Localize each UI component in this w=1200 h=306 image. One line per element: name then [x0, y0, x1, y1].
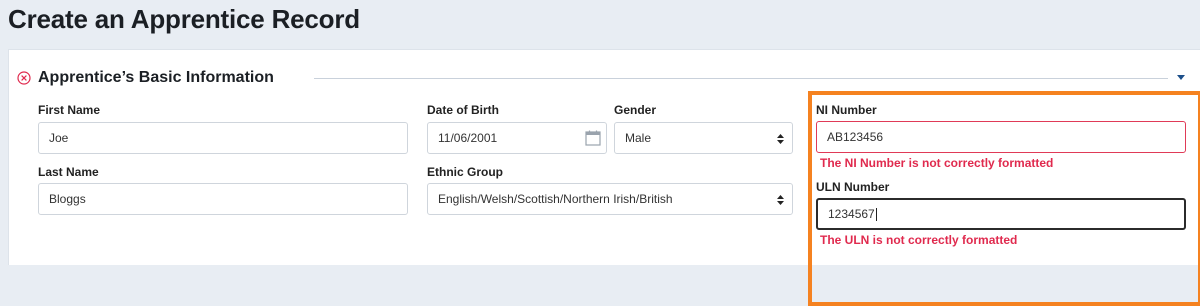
- basic-info-card: Apprentice’s Basic Information First Nam…: [8, 49, 1200, 306]
- first-name-input[interactable]: Joe: [38, 122, 408, 154]
- first-name-label: First Name: [38, 103, 101, 117]
- last-name-value: Bloggs: [49, 192, 86, 206]
- section-title: Apprentice’s Basic Information: [38, 69, 274, 86]
- gender-label: Gender: [614, 103, 657, 117]
- ni-number-value: AB123456: [827, 130, 884, 144]
- ni-number-input[interactable]: AB123456: [816, 121, 1186, 153]
- gender-select[interactable]: Male: [614, 122, 793, 154]
- first-name-value: Joe: [49, 131, 69, 145]
- ni-number-error: The NI Number is not correctly formatted: [820, 156, 1054, 170]
- uln-number-error: The ULN is not correctly formatted: [820, 233, 1018, 247]
- select-arrows-icon: [777, 195, 784, 205]
- ethnic-group-label: Ethnic Group: [427, 165, 503, 179]
- select-arrows-icon: [777, 134, 784, 144]
- uln-number-label: ULN Number: [816, 180, 890, 194]
- calendar-icon[interactable]: [584, 129, 602, 147]
- uln-number-input[interactable]: 1234567: [816, 198, 1186, 230]
- section-divider: [314, 78, 1168, 79]
- dob-input[interactable]: 11/06/2001: [427, 122, 607, 154]
- ni-number-label: NI Number: [816, 103, 877, 117]
- ethnic-group-select[interactable]: English/Welsh/Scottish/Northern Irish/Br…: [427, 183, 793, 215]
- uln-number-value: 1234567: [828, 207, 875, 221]
- page-title: Create an Apprentice Record: [8, 4, 360, 34]
- dob-value: 11/06/2001: [438, 131, 498, 145]
- gender-value: Male: [625, 131, 652, 145]
- section-header[interactable]: Apprentice’s Basic Information: [17, 67, 274, 89]
- last-name-label: Last Name: [38, 165, 99, 179]
- text-cursor: [875, 208, 877, 222]
- dob-label: Date of Birth: [427, 103, 499, 117]
- ethnic-group-value: English/Welsh/Scottish/Northern Irish/Br…: [438, 192, 673, 206]
- caret-down-icon[interactable]: [1177, 75, 1185, 80]
- last-name-input[interactable]: Bloggs: [38, 183, 408, 215]
- collapse-icon[interactable]: [17, 71, 31, 85]
